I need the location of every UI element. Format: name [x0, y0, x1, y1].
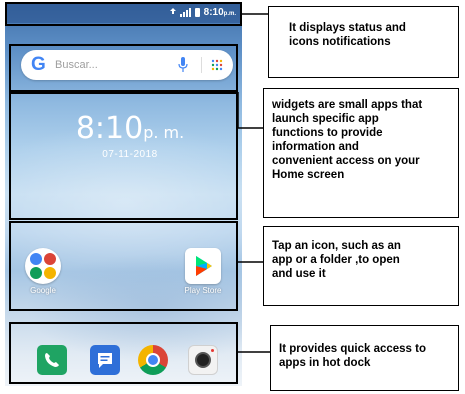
callout-status-bar: It displays status and icons notificatio…	[268, 6, 459, 78]
annotated-screenshot: 8:10p.m. G Buscar... 8:10p. m. 07-11-201…	[0, 0, 465, 394]
callout-widgets: widgets are small apps that launch speci…	[263, 88, 459, 218]
search-widget-highlight	[9, 44, 238, 92]
clock-widget-highlight	[9, 92, 238, 220]
callout-app-icons: Tap an icon, such as an app or a folder …	[263, 226, 459, 306]
callout-hot-dock: It provides quick access to apps in hot …	[270, 325, 459, 391]
app-icons-highlight	[9, 221, 238, 311]
status-bar-highlight	[5, 2, 242, 26]
hot-dock-highlight	[9, 322, 238, 384]
